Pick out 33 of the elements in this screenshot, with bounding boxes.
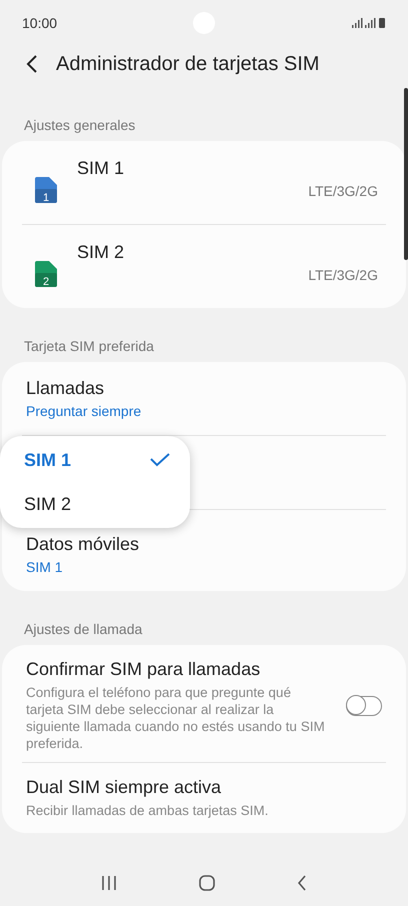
recent-apps-icon[interactable] xyxy=(101,876,117,890)
sim-item[interactable]: 1 SIM 1 LTE/3G/2G xyxy=(2,141,406,224)
item-value: Preguntar siempre xyxy=(26,403,142,419)
item-title: Datos móviles xyxy=(26,534,140,555)
item-title: Confirmar SIM para llamadas xyxy=(26,659,262,680)
item-title: Dual SIM siempre activa xyxy=(26,777,222,798)
item-title: Llamadas xyxy=(26,378,104,399)
item-description: Recibir llamadas de ambas tarjetas SIM. xyxy=(26,802,270,819)
check-icon xyxy=(150,453,170,467)
section-title: Tarjeta SIM preferida xyxy=(23,338,155,354)
sim-card-icon: 2 xyxy=(35,260,57,286)
status-icons xyxy=(352,16,386,28)
sim-card-icon: 1 xyxy=(35,176,57,202)
home-icon[interactable] xyxy=(199,875,215,891)
status-time: 10:00 xyxy=(22,14,58,30)
menu-option[interactable]: SIM 2 xyxy=(0,482,190,526)
setting-item[interactable]: Dual SIM siempre activa Recibir llamadas de ambas tarjetas SIM. xyxy=(2,763,406,833)
section-title: Ajustes generales xyxy=(23,117,136,133)
preference-item[interactable]: Llamadas Preguntar siempre xyxy=(2,362,406,435)
section-title: Ajustes de llamada xyxy=(23,621,144,637)
toggle-item[interactable]: Confirmar SIM para llamadas Configura el teléfono para que pregunte qué tarjeta SIM debe seleccionar al realizar la siguiente llamada cuando no estés usando tu SIM preferida. xyxy=(2,645,406,762)
back-icon[interactable] xyxy=(297,875,307,891)
sim-name: SIM 2 xyxy=(77,242,124,263)
back-icon[interactable] xyxy=(26,55,38,73)
network-type: LTE/3G/2G xyxy=(308,267,378,283)
sim-name: SIM 1 xyxy=(77,158,124,179)
item-description: Configura el teléfono para que pregunte qué tarjeta SIM debe seleccionar al realizar la siguiente llamada cuando no estés usando tu SIM preferida. xyxy=(26,684,326,752)
page-title: Administrador de tarjetas SIM xyxy=(56,52,320,76)
network-type: LTE/3G/2G xyxy=(308,183,378,199)
menu-option[interactable]: SIM 1 xyxy=(0,438,190,482)
item-value: SIM 1 xyxy=(26,559,63,575)
toggle-switch[interactable] xyxy=(346,696,382,716)
sim-item[interactable]: 2 SIM 2 LTE/3G/2G xyxy=(2,225,406,308)
